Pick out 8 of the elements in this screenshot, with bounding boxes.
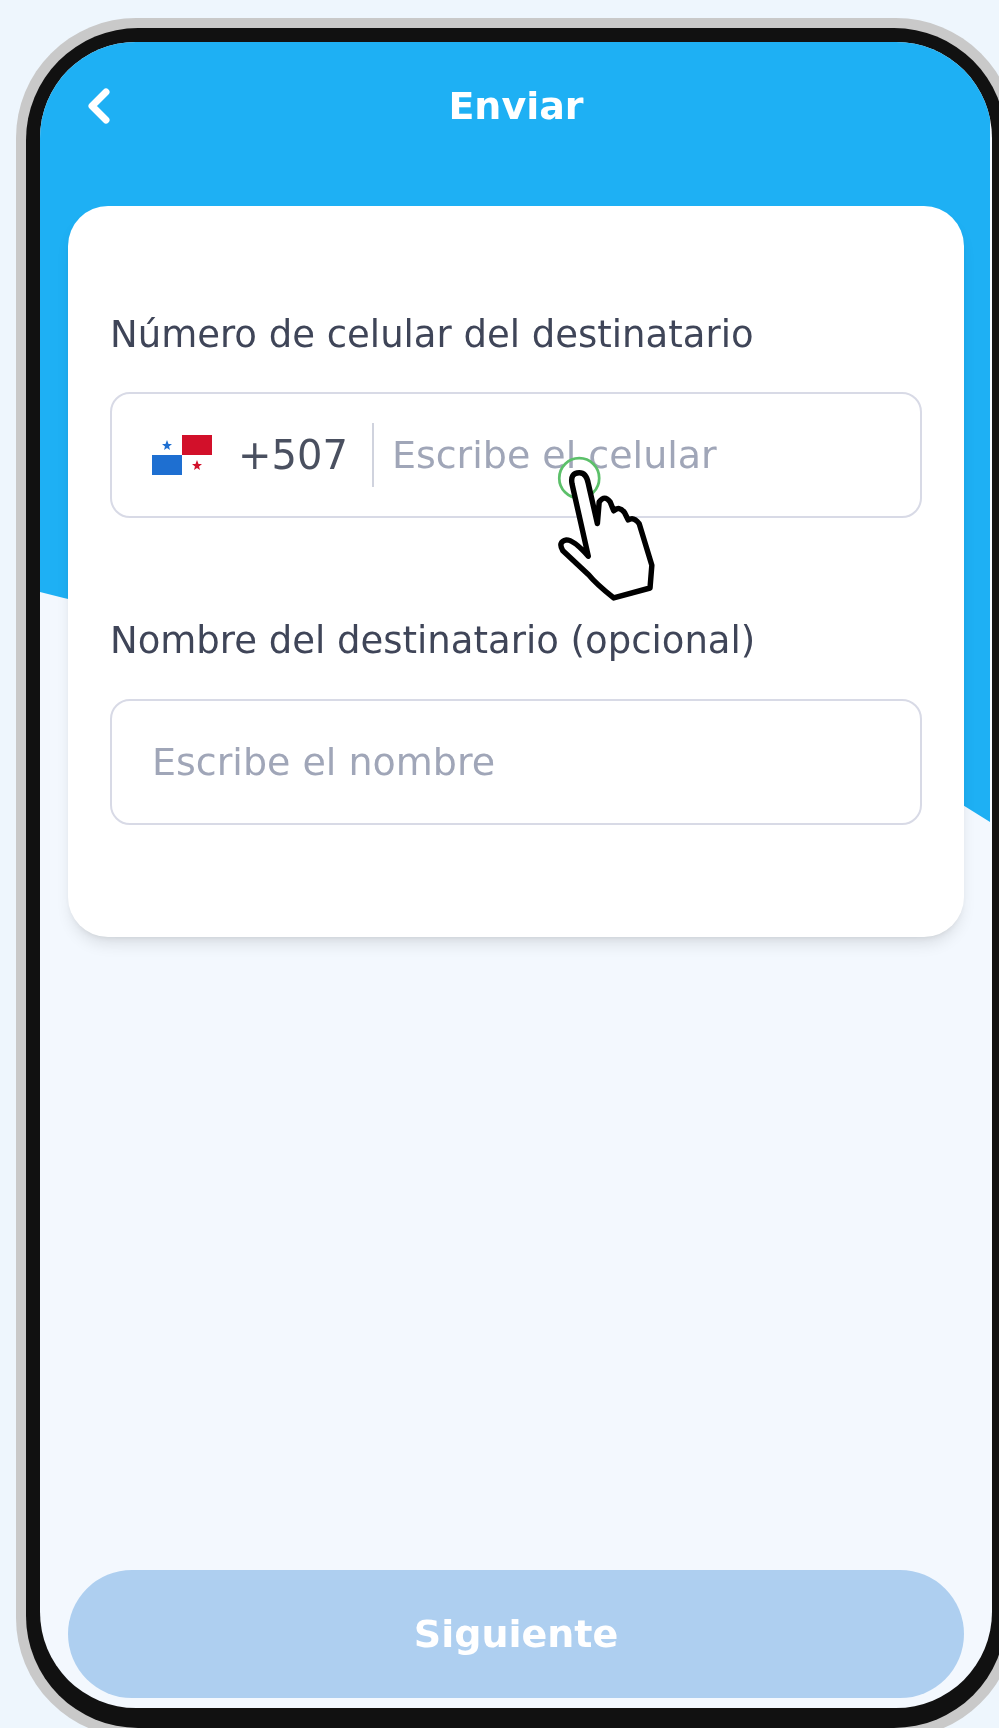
- flag-icon: [152, 435, 212, 476]
- field-label: Nombre del destinatario (opcional): [110, 618, 757, 665]
- field-label: Número de celular del destinatario: [110, 312, 755, 358]
- country-code[interactable]: +507: [238, 425, 348, 486]
- back-icon[interactable]: [86, 88, 112, 124]
- screen-title: Enviar: [448, 82, 584, 130]
- phone-input[interactable]: Escribe el celular: [391, 426, 880, 484]
- name-input[interactable]: Escribe el nombre: [110, 698, 922, 825]
